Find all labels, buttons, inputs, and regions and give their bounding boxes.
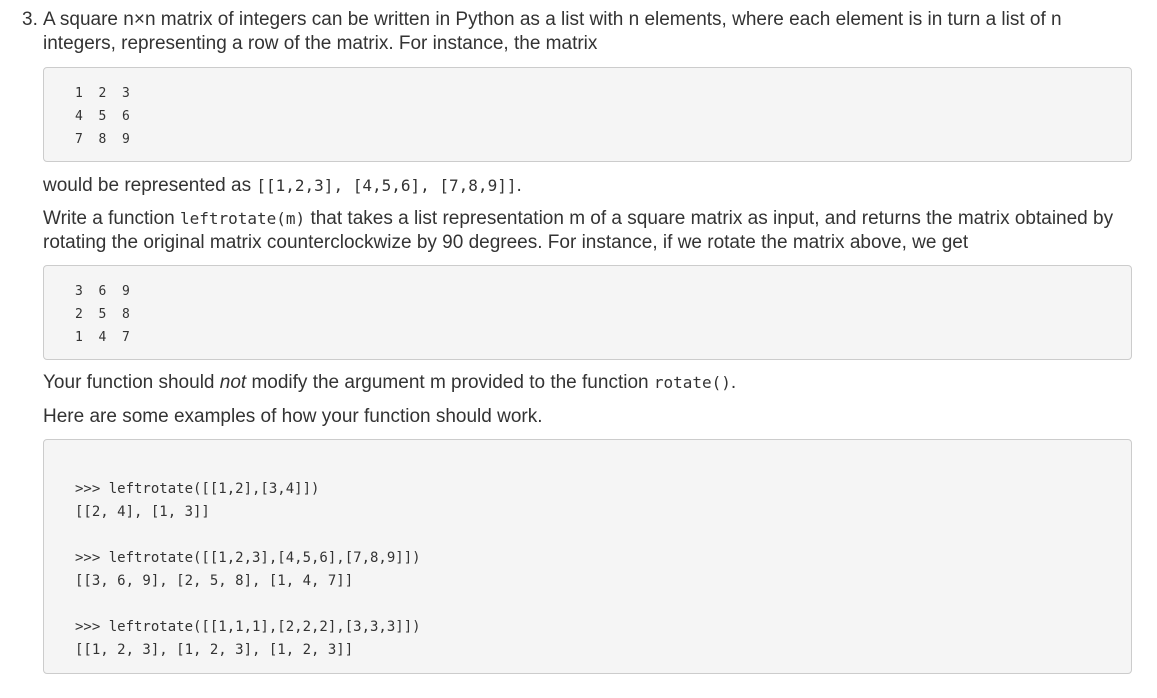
task-prefix: Write a function (43, 208, 180, 229)
matrix-row: 4 5 6 (75, 109, 130, 124)
note-suffix: . (730, 372, 737, 393)
representation-prefix: would be represented as (43, 175, 257, 196)
example-result: [[2, 4], [1, 3]] (75, 504, 210, 520)
question-body: 1 2 3 4 5 6 7 8 9 would be represented a… (43, 67, 1132, 674)
matrix-row: 3 6 9 (75, 284, 130, 299)
example-result: [[3, 6, 9], [2, 5, 8], [1, 4, 7]] (75, 573, 354, 589)
function-signature: leftrotate(m) (179, 209, 306, 228)
note-emphasis: not (219, 372, 247, 393)
matrix-row: 2 5 8 (75, 307, 130, 322)
original-matrix-block: 1 2 3 4 5 6 7 8 9 (43, 67, 1132, 162)
note-middle: modify the argument m provided to the fu… (246, 372, 654, 393)
page: 3. A square n×n matrix of integers can b… (0, 0, 1157, 698)
example-call: >>> leftrotate([[1,2],[3,4]]) (75, 481, 320, 497)
example-gap (75, 593, 1131, 616)
representation-code: [[1,2,3], [4,5,6], [7,8,9]] (256, 176, 517, 195)
example-call: >>> leftrotate([[1,2,3],[4,5,6],[7,8,9]]… (75, 550, 421, 566)
examples-block: >>> leftrotate([[1,2],[3,4]]) [[2, 4], [… (43, 439, 1132, 674)
question-3: 3. A square n×n matrix of integers can b… (22, 8, 1132, 674)
example-gap (75, 524, 1131, 547)
rotated-matrix-block: 3 6 9 2 5 8 1 4 7 (43, 265, 1132, 360)
examples-intro: Here are some examples of how your funct… (43, 406, 543, 427)
matrix-row: 1 2 3 (75, 86, 130, 101)
representation-paragraph: would be represented as [[1,2,3], [4,5,6… (43, 174, 1132, 198)
note-code: rotate() (653, 373, 731, 392)
matrix-row: 7 8 9 (75, 132, 130, 147)
task-paragraph: Write a function leftrotate(m) that take… (43, 207, 1132, 255)
question-number: 3. (22, 9, 38, 30)
note-paragraph: Your function should not modify the argu… (43, 371, 1132, 395)
example-result: [[1, 2, 3], [1, 2, 3], [1, 2, 3]] (75, 642, 354, 658)
question-intro: 3. A square n×n matrix of integers can b… (22, 8, 1132, 56)
note-prefix: Your function should (43, 372, 220, 393)
representation-suffix: . (516, 175, 522, 196)
matrix-row: 1 4 7 (75, 330, 130, 345)
question-intro-text: A square n×n matrix of integers can be w… (43, 9, 1062, 54)
example-call: >>> leftrotate([[1,1,1],[2,2,2],[3,3,3]]… (75, 619, 421, 635)
